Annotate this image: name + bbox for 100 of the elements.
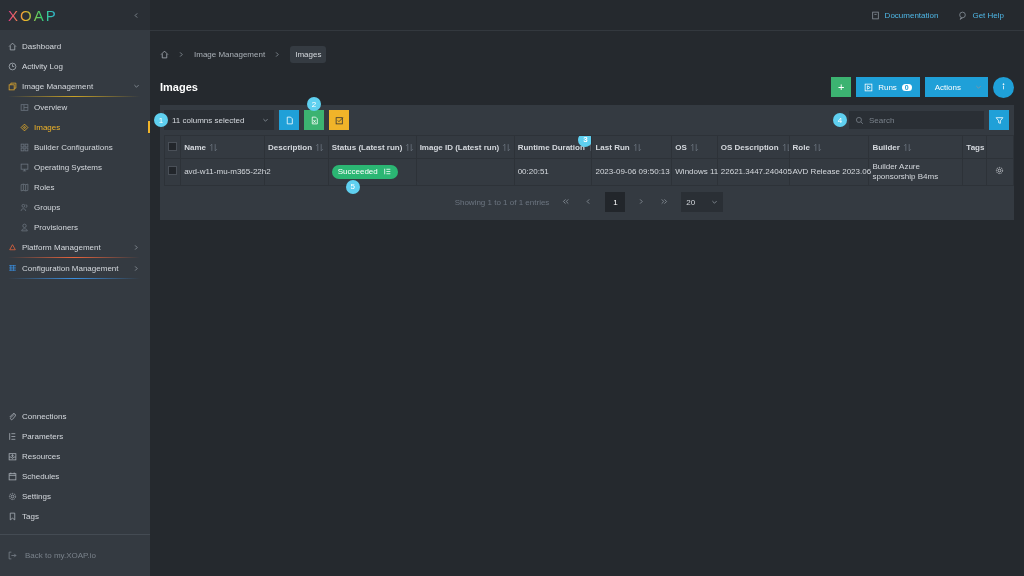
grid-icon [8,263,17,273]
spreadsheet-file-icon [309,115,319,125]
sidebar-subitem[interactable]: Images [0,117,150,137]
checkbox[interactable] [168,165,177,175]
list-icon [382,167,392,177]
sidebar-item[interactable]: Dashboard [0,36,150,56]
sort-icon [781,142,789,152]
column-header[interactable]: Last Run [591,135,672,159]
checkbox[interactable] [168,141,177,151]
column-header[interactable]: Tags [962,135,987,159]
column-header[interactable]: Runtime Duration 3 [514,135,592,159]
breadcrumb-link[interactable]: Image Management [194,49,266,59]
person-icon [20,222,29,232]
blocks-icon [20,142,29,152]
sidebar-item[interactable]: Resources [0,446,150,466]
page-size-select[interactable]: 20 [681,192,724,212]
help-bubble-icon [958,10,968,20]
callout-marker: 2 [307,97,321,111]
paperclip-icon [8,411,17,421]
exit-icon [8,551,17,560]
search-field[interactable]: Search [849,111,984,129]
sidebar-item[interactable]: Image Management [0,76,150,96]
column-header[interactable]: Status (Latest run) [328,135,417,159]
sidebar-item[interactable]: Activity Log [0,56,150,76]
monitor-icon [20,162,29,172]
select-button[interactable] [329,110,349,130]
sidebar-item[interactable]: Connections [0,406,150,426]
inbox-icon [8,451,17,461]
diamond-icon [20,122,29,132]
book-icon [870,10,880,20]
checkbox-icon [334,115,344,125]
callout-marker: 1 [154,113,168,127]
sidebar-item[interactable]: Configuration Management [0,258,150,278]
filter-button[interactable] [989,110,1009,130]
chevron-right-icon [133,264,140,272]
table-cell: Builder Azure sponsorship B4ms [872,161,939,181]
table-cell: Windows 11 [675,166,719,176]
column-header[interactable]: Name [180,135,265,159]
column-header[interactable]: Role [789,135,869,159]
sidebar-item[interactable]: Platform Management [0,237,150,257]
home-icon [160,49,169,59]
sidebar-item[interactable]: Tags [0,506,150,526]
callout-marker: 3 [578,136,591,147]
sidebar-subitem[interactable]: Roles [0,177,150,197]
export-button[interactable] [279,110,299,130]
calendar-icon [8,471,17,481]
column-header[interactable]: OS Description [717,135,790,159]
top-link[interactable]: Get Help [958,10,1004,20]
top-link[interactable]: Documentation [870,10,939,20]
page-button[interactable]: 1 [605,192,626,212]
gear-icon [8,491,17,501]
chevron-right-icon [638,197,646,205]
bookmark-icon [8,511,17,521]
column-header[interactable]: Description [264,135,329,159]
table-cell: 00:20:51 [517,166,549,176]
sidebar-subitem[interactable]: Groups [0,197,150,217]
columns-select[interactable]: 11 columns selected [164,110,274,130]
gear-icon [995,165,1005,175]
info-button[interactable] [993,76,1014,98]
chevron-down-icon [711,198,719,206]
sort-icon [405,142,415,152]
people-icon [20,202,29,212]
table-cell: 22621.3447.240405 [720,166,792,176]
sort-icon [208,142,218,152]
double-chevron-right-icon [661,197,669,205]
excel-export-button[interactable] [304,110,324,130]
chevron-down-icon [975,83,982,91]
sidebar-item[interactable]: Parameters [0,426,150,446]
sort-icon [315,142,325,152]
sidebar-subitem[interactable]: Provisioners [0,217,150,237]
sort-icon [502,142,512,152]
sidebar-item[interactable]: Settings [0,486,150,506]
sidebar-subitem[interactable]: Operating Systems [0,157,150,177]
chevron-right-icon [178,50,185,58]
sort-icon [902,142,912,152]
collapse-chevron-icon [133,11,140,19]
chevron-down-icon [262,116,269,124]
sidebar-subitem[interactable]: Builder Configurations [0,137,150,157]
column-header[interactable]: Image ID (Latest run) [416,135,515,159]
table-cell: 2023-09-06 09:50:13 [595,166,670,176]
callout-marker: 4 [833,113,847,127]
info-icon [999,81,1008,91]
map-icon [20,182,29,192]
sidebar-subitem[interactable]: Overview [0,97,150,117]
sidebar-item[interactable]: Schedules [0,466,150,486]
chevron-right-icon [133,243,140,251]
play-square-icon [864,82,874,92]
search-icon [855,116,864,125]
list-icon [8,431,17,441]
table-cell: avd-w11-mu-m365-22h2 [184,166,271,176]
sort-icon [812,142,822,152]
callout-marker: 5 [345,179,360,194]
filter-icon [994,115,1004,125]
breadcrumb-current[interactable]: Images [290,45,327,63]
chevron-right-icon [274,50,282,58]
column-header[interactable]: OS [671,135,718,159]
column-header[interactable]: Builder [868,135,963,159]
table-cell: AVD Release 2023.06 [792,166,872,176]
clock-icon [8,61,17,71]
sort-icon [632,142,642,152]
